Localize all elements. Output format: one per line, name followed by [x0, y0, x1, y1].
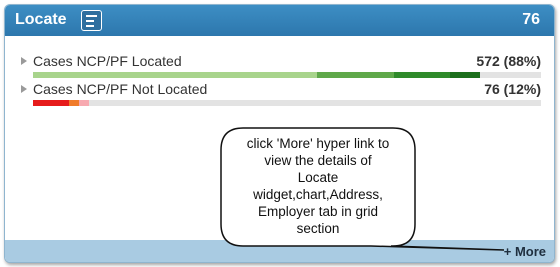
- callout-line: click 'More' hyper link to: [246, 136, 390, 151]
- row-label[interactable]: Cases NCP/PF Located: [33, 53, 182, 69]
- callout-line: Employer tab in grid: [257, 204, 379, 219]
- callout-line: section: [296, 221, 340, 236]
- list-icon[interactable]: [81, 10, 102, 31]
- list-icon-line: [86, 24, 94, 27]
- list-icon-line: [86, 19, 94, 22]
- row-value: 76 (12%): [484, 81, 541, 97]
- progress-bar: [33, 100, 541, 106]
- widget-header: Locate 76: [5, 5, 554, 36]
- callout-line: widget,chart,Address,: [253, 187, 383, 202]
- row-label[interactable]: Cases NCP/PF Not Located: [33, 81, 207, 97]
- progress-segment: [33, 100, 69, 106]
- caret-right-icon[interactable]: [21, 85, 27, 93]
- row-value: 572 (88%): [476, 53, 541, 69]
- progress-segment: [393, 72, 450, 78]
- list-icon-line: [86, 14, 97, 17]
- callout-line: Locate: [297, 170, 339, 185]
- callout-text: click 'More' hyper link to view the deta…: [229, 135, 407, 237]
- widget-count: 76: [522, 11, 540, 28]
- progress-segment: [78, 100, 89, 106]
- progress-segment: [317, 72, 394, 78]
- progress-segment: [68, 100, 79, 106]
- widget-title: Locate: [15, 11, 67, 28]
- callout-line: view the details of: [264, 153, 372, 168]
- annotation-callout: click 'More' hyper link to view the deta…: [220, 127, 505, 258]
- progress-segment: [449, 72, 480, 78]
- caret-right-icon[interactable]: [21, 57, 27, 65]
- progress-segment: [33, 72, 318, 78]
- progress-bar: [33, 72, 541, 78]
